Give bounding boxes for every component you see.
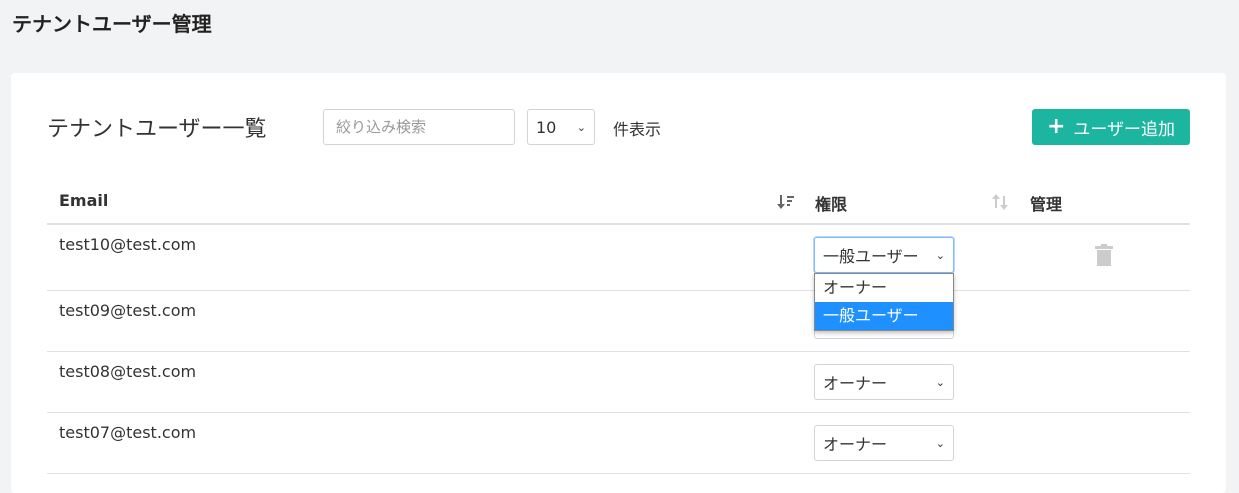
chevron-down-icon: ⌄: [935, 436, 945, 450]
role-select[interactable]: オーナー ⌄: [814, 364, 954, 400]
user-email: test08@test.com: [59, 362, 197, 381]
user-email: test10@test.com: [59, 235, 197, 254]
trash-icon[interactable]: [1092, 243, 1116, 267]
role-option-owner[interactable]: オーナー: [815, 274, 953, 302]
role-dropdown-list: オーナー 一般ユーザー: [814, 273, 954, 331]
role-value: オーナー: [823, 435, 888, 454]
table-row: test08@test.com オーナー ⌄: [47, 352, 1190, 413]
role-value: 一般ユーザー: [823, 247, 919, 266]
per-page-select[interactable]: 10 ⌄: [527, 109, 595, 145]
table-row: test09@test.com 一般ユーザー ⌄: [47, 291, 1190, 352]
per-page-value: 10: [536, 117, 557, 137]
role-value: オーナー: [823, 374, 888, 393]
table-row: test07@test.com オーナー ⌄: [47, 413, 1190, 474]
plus-icon: +: [1046, 114, 1066, 139]
table-row: test10@test.com 一般ユーザー ⌄: [47, 225, 1190, 291]
sort-icon[interactable]: [991, 193, 1009, 211]
header-role[interactable]: 権限: [815, 191, 847, 215]
table-header: Email 権限 管理: [47, 183, 1190, 225]
sort-desc-icon[interactable]: [777, 193, 795, 211]
add-user-label: ユーザー追加: [1073, 119, 1176, 140]
user-email: test09@test.com: [59, 301, 197, 320]
card-title: テナントユーザー一覧: [47, 117, 267, 142]
role-select[interactable]: オーナー ⌄: [814, 425, 954, 461]
header-email[interactable]: Email: [59, 191, 108, 210]
chevron-down-icon: ⌄: [576, 120, 586, 134]
user-email: test07@test.com: [59, 423, 197, 442]
search-input[interactable]: [323, 109, 515, 145]
role-option-general-user[interactable]: 一般ユーザー: [815, 302, 953, 330]
tenant-user-card: テナントユーザー一覧 10 ⌄ 件表示 + ユーザー追加 Email 権限 管理…: [11, 73, 1226, 493]
chevron-down-icon: ⌄: [935, 375, 945, 389]
page-title: テナントユーザー管理: [12, 12, 212, 36]
header-manage: 管理: [1030, 195, 1063, 214]
chevron-down-icon: ⌄: [935, 248, 945, 262]
add-user-button[interactable]: + ユーザー追加: [1032, 109, 1190, 145]
per-page-label: 件表示: [613, 120, 662, 139]
role-select[interactable]: 一般ユーザー ⌄: [814, 237, 954, 273]
